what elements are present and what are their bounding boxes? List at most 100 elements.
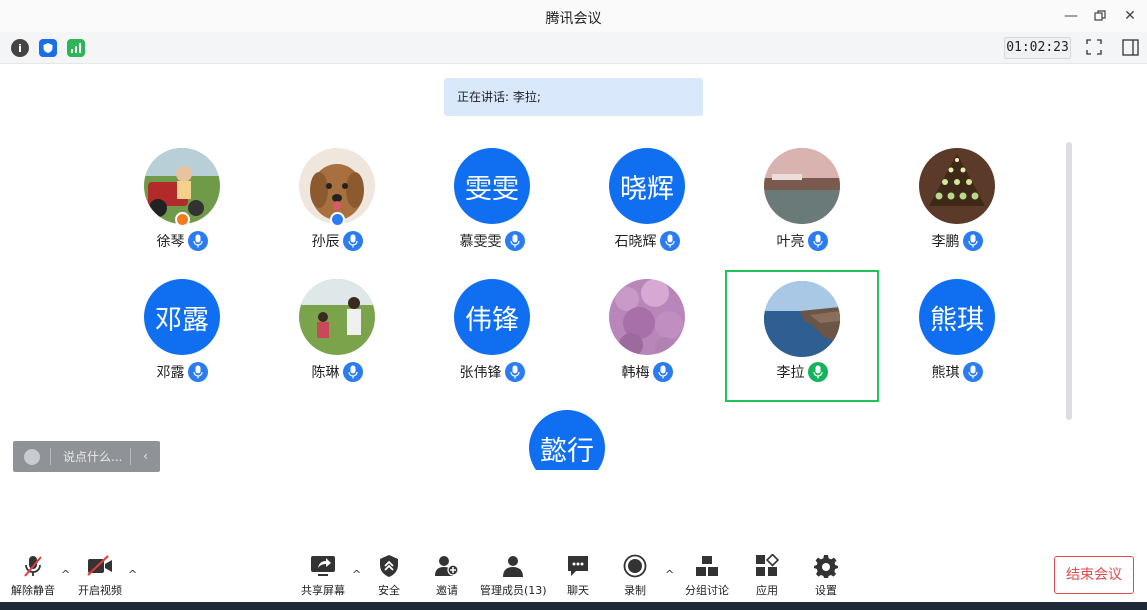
- participant-tile[interactable]: 李拉: [725, 270, 879, 402]
- fullscreen-icon[interactable]: [1085, 38, 1103, 56]
- manage-members-button[interactable]: 管理成员(13): [480, 554, 547, 598]
- meeting-toolbar: 解除静音 ^ 开启视频 ^ 共享屏幕 ^ 安全 邀请 管理成员(13) 聊天 录…: [0, 548, 1147, 602]
- avatar: 熊琪: [919, 279, 995, 355]
- participant-name: 邓露: [156, 365, 185, 381]
- participant-tile[interactable]: 叶亮: [727, 148, 877, 278]
- info-icon[interactable]: i: [11, 39, 29, 57]
- scrollbar[interactable]: [1066, 142, 1072, 420]
- signal-icon[interactable]: [67, 39, 85, 57]
- chat-bubble-icon: [566, 554, 590, 578]
- avatar: [609, 279, 685, 355]
- settings-label: 设置: [815, 584, 837, 597]
- participant-tile[interactable]: 雯雯 慕雯雯: [417, 148, 567, 278]
- record-icon: [623, 554, 647, 578]
- participant-nameline: 徐琴: [107, 231, 257, 251]
- participant-nameline: 熊琪: [882, 362, 1032, 382]
- cohost-badge-icon: [330, 212, 345, 227]
- breakout-label: 分组讨论: [685, 584, 729, 597]
- share-options-chevron-icon[interactable]: ^: [352, 568, 361, 581]
- avatar: 伟锋: [454, 279, 530, 355]
- participant-name: 徐琴: [156, 234, 185, 250]
- start-video-label: 开启视频: [78, 584, 122, 597]
- avatar: [919, 148, 995, 224]
- audio-options-chevron-icon[interactable]: ^: [61, 568, 70, 581]
- video-options-chevron-icon[interactable]: ^: [128, 568, 137, 581]
- participant-nameline: 石晓辉: [572, 231, 722, 251]
- participant-nameline: 慕雯雯: [417, 231, 567, 251]
- share-screen-button[interactable]: 共享屏幕: [301, 554, 345, 598]
- chat-button[interactable]: 聊天: [566, 554, 590, 598]
- taskbar: [0, 602, 1147, 610]
- participant-name: 韩梅: [621, 365, 650, 381]
- shield-icon[interactable]: [39, 39, 57, 57]
- participant-tile[interactable]: 晓辉石晓辉: [572, 148, 722, 278]
- mic-icon: [504, 231, 525, 251]
- mic-icon: [504, 362, 525, 382]
- participant-name: 张伟锋: [459, 365, 502, 381]
- participant-nameline: 叶亮: [727, 231, 877, 251]
- participant-tile[interactable]: 徐琴: [107, 148, 257, 278]
- participant-nameline: 孙辰: [262, 231, 412, 251]
- security-shield-icon: [379, 554, 399, 578]
- apps-icon: [755, 554, 779, 578]
- mic-icon: [807, 231, 828, 251]
- participant-tile[interactable]: 熊琪 熊琪: [882, 279, 1032, 409]
- mic-icon: [659, 231, 680, 251]
- mic-icon: [187, 362, 208, 382]
- unmute-label: 解除静音: [11, 584, 55, 597]
- participant-name: 李拉: [776, 365, 805, 381]
- participant-tile[interactable]: 孙辰: [262, 148, 412, 278]
- participant-name: 慕雯雯: [459, 234, 502, 250]
- minimize-icon[interactable]: —: [1060, 6, 1082, 26]
- mic-icon: [962, 362, 983, 382]
- participant-tile[interactable]: 李鹏: [882, 148, 1032, 278]
- speaking-indicator: 正在讲话: 李拉;: [444, 78, 703, 116]
- participant-name: 叶亮: [776, 234, 805, 250]
- chat-placeholder[interactable]: 说点什么...: [63, 448, 130, 465]
- unmute-button[interactable]: 解除静音: [11, 554, 55, 598]
- emoji-icon[interactable]: [24, 448, 40, 465]
- invite-label: 邀请: [436, 584, 458, 597]
- host-badge-icon: [175, 212, 190, 227]
- start-video-button[interactable]: 开启视频: [78, 554, 122, 598]
- participant-tile[interactable]: 伟锋张伟锋: [417, 279, 567, 409]
- end-meeting-button[interactable]: 结束会议: [1054, 556, 1134, 594]
- mic-icon: [652, 362, 673, 382]
- participant-nameline: 邓露: [107, 362, 257, 382]
- mic-icon: [342, 362, 363, 382]
- avatar: 邓露: [144, 279, 220, 355]
- apps-button[interactable]: 应用: [755, 554, 779, 598]
- mic-icon: [962, 231, 983, 251]
- participant-name: 石晓辉: [614, 234, 657, 250]
- participant-tile[interactable]: 邓露 邓露: [107, 279, 257, 409]
- record-label: 录制: [624, 584, 646, 597]
- mic-muted-icon: [21, 554, 45, 578]
- restore-icon[interactable]: [1089, 6, 1111, 26]
- chevron-left-icon[interactable]: ‹: [130, 448, 160, 465]
- breakout-rooms-button[interactable]: 分组讨论: [685, 554, 729, 598]
- close-icon[interactable]: ✕: [1119, 6, 1141, 26]
- divider: [50, 448, 51, 465]
- chat-quick-input[interactable]: 说点什么... ‹: [13, 441, 160, 472]
- participant-nameline: 李鹏: [882, 231, 1032, 251]
- window-title: 腾讯会议: [545, 11, 602, 27]
- settings-button[interactable]: 设置: [814, 554, 838, 598]
- participant-nameline: 张伟锋: [417, 362, 567, 382]
- manage-members-label: 管理成员(13): [480, 584, 547, 597]
- breakout-icon: [695, 554, 719, 578]
- mic-active-icon: [807, 362, 828, 382]
- participant-nameline: 陈琳: [262, 362, 412, 382]
- record-button[interactable]: 录制: [623, 554, 647, 598]
- security-label: 安全: [378, 584, 400, 597]
- record-options-chevron-icon[interactable]: ^: [665, 568, 674, 581]
- invite-button[interactable]: 邀请: [435, 554, 459, 598]
- participant-tile[interactable]: 懿行: [492, 410, 642, 470]
- add-user-icon: [435, 554, 459, 578]
- share-screen-label: 共享屏幕: [301, 584, 345, 597]
- security-button[interactable]: 安全: [378, 554, 400, 598]
- avatar: [764, 148, 840, 224]
- participant-tile[interactable]: 陈琳: [262, 279, 412, 409]
- participant-tile[interactable]: 韩梅: [572, 279, 722, 409]
- avatar: 晓辉: [609, 148, 685, 224]
- sidebar-toggle-icon[interactable]: [1121, 38, 1139, 56]
